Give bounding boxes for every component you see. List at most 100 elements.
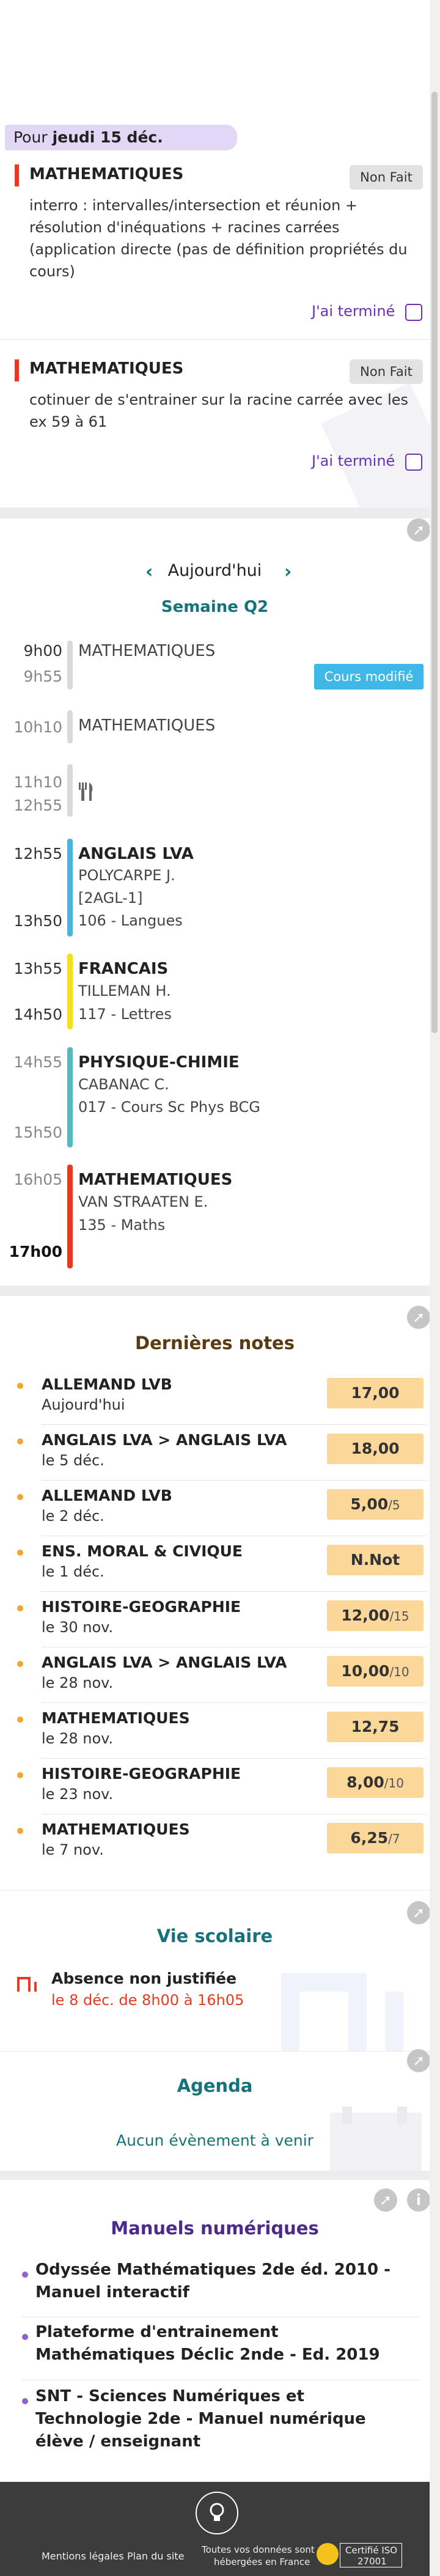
next-day-chevron-icon[interactable]: ›	[284, 561, 292, 583]
manuel-link[interactable]: Odyssée Mathématiques 2de éd. 2010 - Man…	[35, 2259, 414, 2304]
done-label[interactable]: J'ai terminé	[312, 452, 395, 469]
divider	[42, 1480, 427, 1481]
bullet-icon	[17, 1550, 23, 1556]
grade-date: le 7 nov.	[42, 1841, 104, 1858]
bullet-icon	[22, 2398, 28, 2404]
manuel-link[interactable]: Plateforme d'entrainement Mathématiques …	[35, 2321, 414, 2366]
agenda-card	[0, 2052, 430, 2171]
course-start: 13h55	[13, 960, 62, 977]
course-color-bar	[67, 710, 73, 743]
grade-date: le 5 déc.	[42, 1452, 105, 1469]
lightbulb-icon	[210, 2503, 224, 2521]
date-bold: jeudi 15 déc.	[52, 128, 163, 146]
info-icon[interactable]: i	[407, 2188, 430, 2212]
bullet-icon	[22, 2272, 28, 2278]
expand-icon[interactable]: ➚	[407, 1901, 430, 1924]
homework-status-badge: Non Fait	[350, 359, 423, 384]
homework-status-badge: Non Fait	[350, 165, 423, 190]
homework-text: interro : intervalles/intersection et ré…	[29, 197, 408, 280]
homework-color-bar	[15, 164, 19, 186]
grade-denominator: /10	[389, 1665, 409, 1679]
grade-value: 10,00	[341, 1662, 390, 1680]
grade-date: le 28 nov.	[42, 1674, 114, 1691]
course-subject[interactable]: ANGLAIS LVA	[78, 845, 194, 863]
grade-date: le 2 déc.	[42, 1507, 105, 1525]
grade-date: le 23 nov.	[42, 1786, 114, 1803]
grade-subject[interactable]: ENS. MORAL & CIVIQUE	[42, 1542, 243, 1560]
course-subject[interactable]: MATHEMATIQUES	[78, 1171, 232, 1189]
grade-subject[interactable]: ALLEMAND LVB	[42, 1375, 172, 1393]
grade-value-box: N.Not	[327, 1545, 424, 1575]
grade-value-box: 12,75	[327, 1712, 424, 1742]
course-subject[interactable]: MATHEMATIQUES	[78, 642, 215, 660]
absence-detail: le 8 déc. de 8h00 à 16h05	[51, 1992, 244, 2009]
course-room: 106 - Langues	[78, 912, 183, 929]
grade-denominator: /5	[388, 1498, 400, 1512]
expand-icon[interactable]: ➚	[374, 2188, 397, 2212]
course-teacher: CABANAC C.	[78, 1076, 169, 1093]
course-room: 135 - Maths	[78, 1216, 166, 1234]
done-checkbox[interactable]	[405, 304, 422, 321]
divider	[42, 1702, 427, 1703]
date-prefix: Pour	[13, 128, 48, 146]
grade-subject[interactable]: MATHEMATIQUES	[42, 1820, 190, 1838]
divider	[42, 1758, 427, 1759]
vie-scolaire-title: Vie scolaire	[156, 1926, 273, 1946]
grade-value-box: 6,25/7	[327, 1823, 424, 1853]
course-start: 10h10	[13, 718, 62, 736]
bullet-icon	[22, 2334, 28, 2340]
absence-title[interactable]: Absence non justifiée	[51, 1970, 237, 1987]
course-end: 17h00	[9, 1243, 62, 1260]
grade-value-box: 17,00	[327, 1378, 424, 1408]
grade-subject[interactable]: ALLEMAND LVB	[42, 1487, 172, 1504]
done-checkbox[interactable]	[405, 454, 422, 471]
grade-value-box: 8,00/10	[327, 1767, 424, 1798]
agenda-title: Agenda	[177, 2075, 253, 2096]
expand-icon[interactable]: ➚	[407, 2049, 430, 2072]
course-color-bar	[67, 954, 73, 1029]
day-label: Aujourd'hui	[167, 561, 262, 580]
grade-value-box: 12,00/15	[327, 1600, 424, 1631]
course-subject[interactable]: PHYSIQUE-CHIMIE	[78, 1053, 240, 1072]
course-color-bar	[67, 764, 73, 817]
grade-value-box: 18,00	[327, 1433, 424, 1464]
expand-icon[interactable]: ➚	[407, 518, 430, 542]
bullet-icon	[17, 1438, 23, 1444]
done-label[interactable]: J'ai terminé	[312, 303, 395, 320]
manuels-title: Manuels numériques	[111, 2218, 319, 2239]
grade-value: 5,00	[350, 1495, 389, 1513]
expand-icon[interactable]: ➚	[407, 1306, 430, 1329]
scrollbar-thumb[interactable]	[431, 92, 438, 1033]
course-color-bar	[67, 839, 73, 937]
course-subject[interactable]: FRANCAIS	[78, 960, 168, 978]
watermark-icon	[281, 1973, 403, 2051]
legal-link[interactable]: Mentions légales	[42, 2550, 124, 2562]
lightbulb-button[interactable]	[196, 2492, 238, 2534]
bullet-icon	[17, 1494, 23, 1500]
grade-subject[interactable]: HISTOIRE-GEOGRAPHIE	[42, 1765, 241, 1783]
course-subject[interactable]: MATHEMATIQUES	[78, 716, 215, 735]
grade-subject[interactable]: HISTOIRE-GEOGRAPHIE	[42, 1598, 241, 1616]
homework-text: cotinuer de s'entrainer sur la racine ca…	[29, 391, 409, 430]
grades-title: Dernières notes	[135, 1333, 295, 1353]
sitemap-link[interactable]: Plan du site	[127, 2550, 184, 2562]
grade-subject[interactable]: MATHEMATIQUES	[42, 1709, 190, 1727]
course-start: 16h05	[13, 1171, 62, 1188]
divider	[42, 1424, 427, 1425]
grade-value: 17,00	[351, 1384, 400, 1402]
iso-line2: 27001	[358, 2556, 387, 2567]
bullet-icon	[17, 1661, 23, 1667]
course-start: 9h00	[23, 642, 62, 660]
date-pill: Pour jeudi 15 déc.	[5, 125, 237, 150]
course-end: 12h55	[13, 797, 62, 814]
course-end: 15h50	[13, 1124, 62, 1141]
absence-icon	[17, 1977, 37, 1992]
manuel-link[interactable]: SNT - Sciences Numériques et Technologie…	[35, 2385, 414, 2453]
week-label: Semaine Q2	[161, 598, 269, 616]
hosting-line1: Toutes vos données sont	[202, 2544, 315, 2555]
bullet-icon	[17, 1772, 23, 1778]
grade-subject[interactable]: ANGLAIS LVA > ANGLAIS LVA	[42, 1431, 287, 1449]
grade-date: le 28 nov.	[42, 1730, 114, 1747]
bullet-icon	[17, 1383, 23, 1389]
grade-subject[interactable]: ANGLAIS LVA > ANGLAIS LVA	[42, 1654, 287, 1671]
